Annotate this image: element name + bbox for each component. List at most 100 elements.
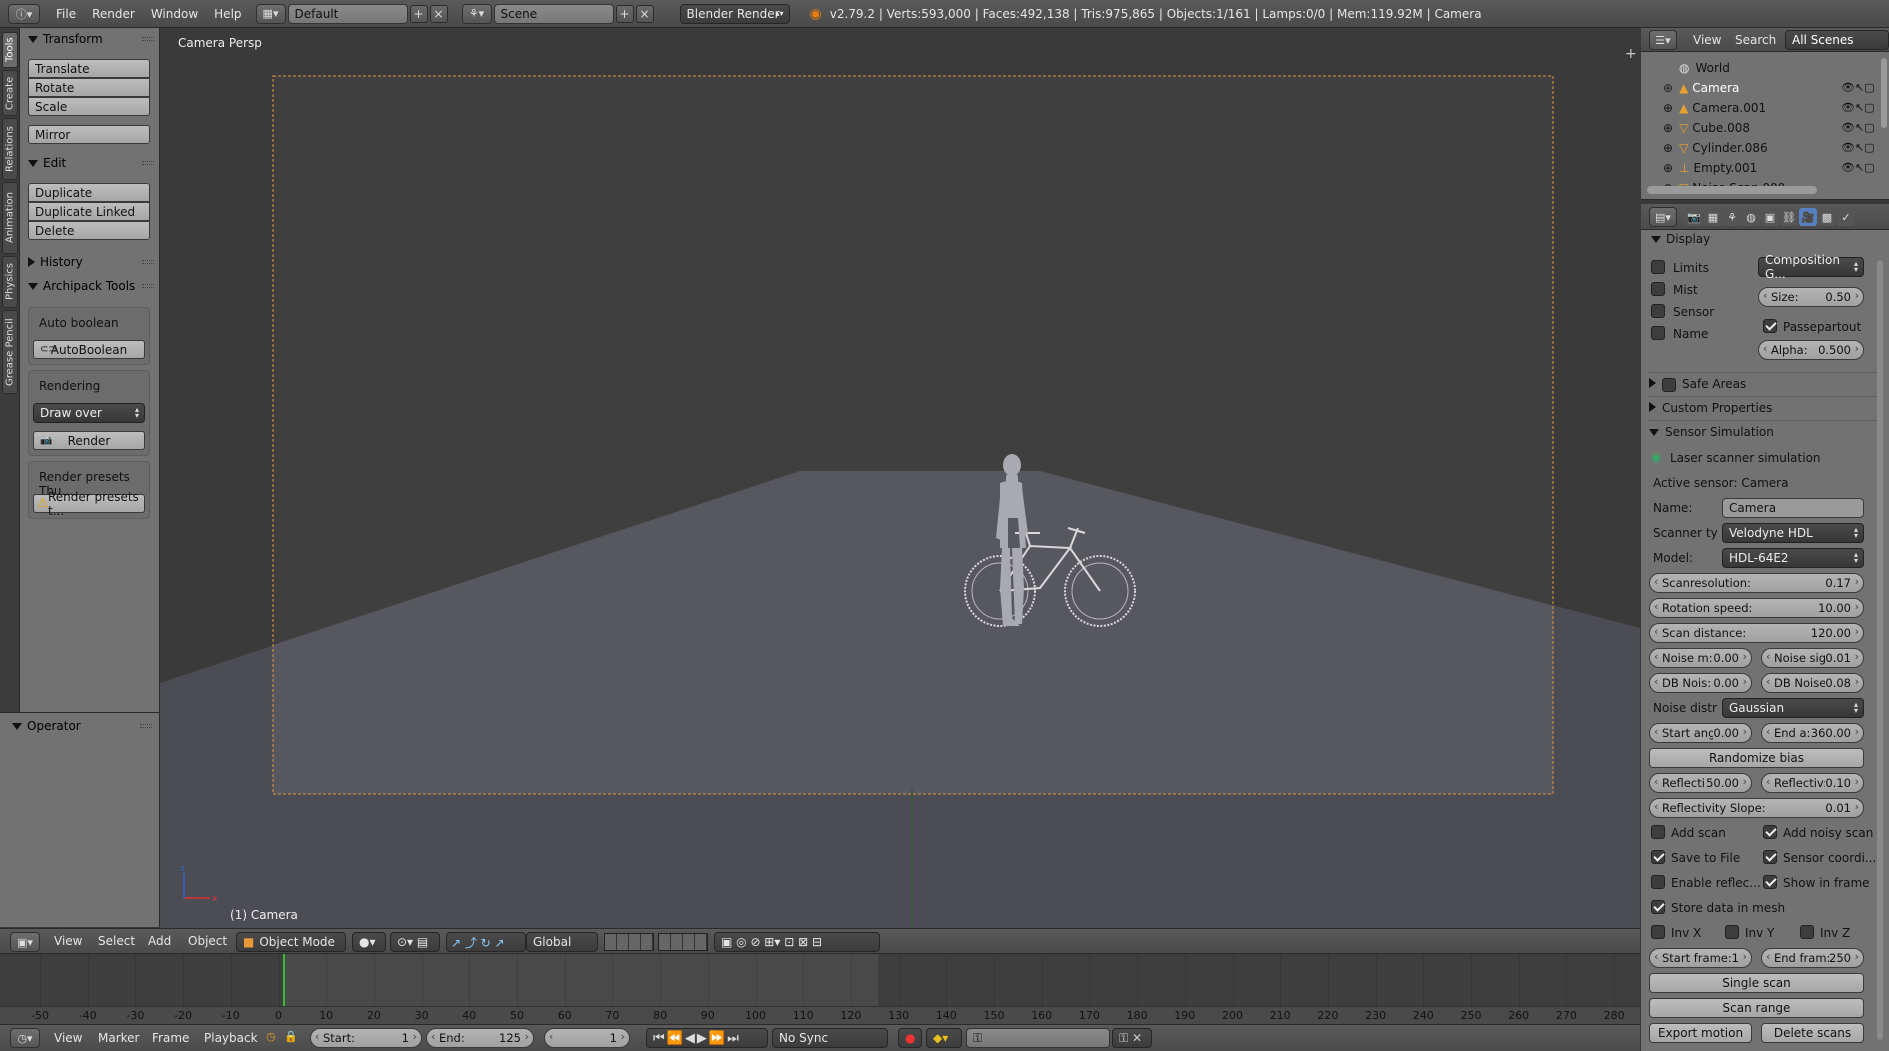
record-button[interactable]: ● <box>898 1028 922 1048</box>
tab-create[interactable]: Create <box>2 70 18 116</box>
limits-checkbox[interactable] <box>1651 260 1665 274</box>
alpha-field[interactable]: Alpha: 0.500 <box>1758 340 1864 360</box>
scale-button[interactable]: Scale <box>28 97 150 116</box>
reflectivity-distance-field[interactable]: Reflecti:50.00 <box>1649 773 1752 793</box>
delete-button[interactable]: Delete <box>28 221 150 240</box>
constraints-tab-icon[interactable]: ⛓ <box>1780 208 1798 226</box>
composition-guides-dropdown[interactable]: Composition G... ▴ ▾ <box>1758 253 1864 281</box>
physics-tab-icon[interactable]: ✓ <box>1837 208 1855 226</box>
panel-safe-areas-header[interactable]: Safe Areas <box>1649 372 1881 394</box>
render-button[interactable]: 📷 Render <box>33 431 145 450</box>
outliner-row-world[interactable]: ◍ World <box>1641 58 1889 78</box>
size-field[interactable]: Size: 0.50 <box>1758 287 1864 307</box>
vertical-scrollbar[interactable] <box>1881 58 1887 128</box>
drag-grip-icon[interactable] <box>142 161 154 165</box>
add-scene-icon[interactable]: + <box>615 4 634 23</box>
add-layout-icon[interactable]: + <box>409 4 428 23</box>
end-angle-field[interactable]: End a:360.00 <box>1761 723 1864 743</box>
start-frame-field[interactable]: Start: 1 <box>310 1028 422 1048</box>
texture-tab-icon[interactable]: ▩ <box>1818 208 1836 226</box>
layer-buttons-b[interactable] <box>658 933 708 951</box>
current-frame-line[interactable] <box>283 954 285 1008</box>
noise-sigma-field[interactable]: Noise sig:0.01 <box>1761 648 1864 668</box>
menu-select[interactable]: Select <box>98 934 135 948</box>
reflectivity-slope-field[interactable]: Reflectivity Slope: 0.01 <box>1649 798 1864 818</box>
enable-reflectivity-checkbox[interactable] <box>1651 875 1665 889</box>
current-frame-field[interactable]: 1 <box>544 1028 630 1048</box>
store-data-in-mesh-checkbox[interactable] <box>1651 900 1665 914</box>
render-presets-button[interactable]: ⚠ Render presets t... <box>33 490 145 518</box>
horizontal-scrollbar[interactable] <box>1647 186 1817 194</box>
menu-view[interactable]: View <box>54 934 82 948</box>
remove-scene-icon[interactable]: × <box>635 4 654 23</box>
duplicate-button[interactable]: Duplicate <box>28 183 150 202</box>
save-to-file-checkbox[interactable] <box>1651 850 1665 864</box>
orientation-dropdown[interactable]: Global <box>526 932 598 952</box>
tab-relations[interactable]: Relations <box>2 118 18 180</box>
timeline[interactable]: -50 -40 -30 -20 -10 0 10 20 30 40 50 60 70 80 90 100 110… <box>0 954 1640 1024</box>
layers-tab-icon[interactable]: ▦ <box>1704 208 1722 226</box>
expand-icon[interactable]: ⊕ <box>1663 81 1673 95</box>
remove-layout-icon[interactable]: × <box>429 4 448 23</box>
db-noise-mean-field[interactable]: DB Nois:0.00 <box>1649 673 1752 693</box>
panel-archipack-header[interactable]: Archipack Tools <box>20 275 160 297</box>
properties-scrollbar[interactable] <box>1877 260 1883 1040</box>
scan-distance-field[interactable]: Scan distance: 120.00 <box>1649 623 1864 643</box>
drag-grip-icon[interactable] <box>142 284 154 288</box>
sensor-checkbox[interactable] <box>1651 304 1665 318</box>
menu-window[interactable]: Window <box>151 7 198 21</box>
keying-set-icon[interactable]: ◆▾ <box>926 1028 962 1048</box>
single-scan-button[interactable]: Single scan <box>1649 973 1864 993</box>
menu-view[interactable]: View <box>1693 33 1721 47</box>
scan-start-frame-field[interactable]: Start frame:1 <box>1649 948 1752 968</box>
tab-tools[interactable]: Tools <box>2 32 18 68</box>
scanner-type-dropdown[interactable]: Velodyne HDL ▴ ▾ <box>1722 523 1864 543</box>
rotate-button[interactable]: Rotate <box>28 78 150 97</box>
manipulator-buttons[interactable]: ↗ ⤴ ↻ ↗ <box>446 932 526 952</box>
display-mode-dropdown[interactable]: All Scenes <box>1785 30 1889 50</box>
invert-x-checkbox[interactable] <box>1651 925 1665 939</box>
render-tab-icon[interactable]: 📷 <box>1685 208 1703 226</box>
expand-icon[interactable]: ⊕ <box>1663 141 1673 155</box>
editor-type-button[interactable]: ☰▾ <box>1649 30 1677 50</box>
tab-physics[interactable]: Physics <box>2 256 18 308</box>
start-angle-field[interactable]: Start ang:0.00 <box>1649 723 1752 743</box>
scan-resolution-field[interactable]: Scanresolution: 0.17 <box>1649 573 1864 593</box>
randomize-bias-button[interactable]: Randomize bias <box>1649 748 1864 768</box>
reflectivity-limit-field[interactable]: Reflectiv:0.10 <box>1761 773 1864 793</box>
insert-keyframe-icons[interactable]: ⚿ ✕ <box>1112 1028 1152 1048</box>
render-engine-dropdown[interactable]: Blender Render ▴▾ <box>679 3 790 24</box>
menu-search[interactable]: Search <box>1735 33 1776 47</box>
scene-tab-icon[interactable]: ⚘ <box>1723 208 1741 226</box>
shading-dropdown[interactable]: ●▾ <box>352 932 386 952</box>
playback-controls[interactable]: ⏮⏪◀▶⏩⏭ <box>646 1028 768 1048</box>
panel-sensor-simulation-header[interactable]: Sensor Simulation <box>1649 420 1881 442</box>
keying-set-field[interactable]: ⚿ <box>966 1028 1110 1048</box>
menu-render[interactable]: Render <box>92 7 135 21</box>
expand-icon[interactable]: ⊕ <box>1663 121 1673 135</box>
export-motion-button[interactable]: Export motion <box>1649 1023 1752 1043</box>
menu-add[interactable]: Add <box>148 934 171 948</box>
end-frame-field[interactable]: End: 125 <box>426 1028 534 1048</box>
object-tab-icon[interactable]: ▣ <box>1761 208 1779 226</box>
panel-edit-header[interactable]: Edit <box>20 152 160 174</box>
noise-distribution-dropdown[interactable]: Gaussian ▴ ▾ <box>1722 698 1864 718</box>
sensor-coordinates-checkbox[interactable] <box>1763 850 1777 864</box>
menu-file[interactable]: File <box>56 7 76 21</box>
menu-playback[interactable]: Playback <box>204 1031 258 1045</box>
world-tab-icon[interactable]: ◍ <box>1742 208 1760 226</box>
pivot-dropdown[interactable]: ⊙▾ ▤ <box>390 932 440 952</box>
layout-selector[interactable]: Default <box>287 3 408 24</box>
panel-display-header[interactable]: Display <box>1651 232 1710 246</box>
drag-grip-icon[interactable] <box>142 260 154 264</box>
scanner-name-input[interactable]: Camera <box>1722 498 1864 518</box>
tab-animation[interactable]: Animation <box>2 182 18 254</box>
expand-icon[interactable]: ⊕ <box>1663 101 1673 115</box>
menu-view[interactable]: View <box>54 1031 82 1045</box>
sync-dropdown[interactable]: No Sync <box>772 1028 888 1048</box>
viewport-tools[interactable]: ▣ ◎ ⊘ ⊞▾ ⊡ ⊠ ⊟ <box>714 932 880 952</box>
expand-icon[interactable]: ⊕ <box>1663 161 1673 175</box>
preview-range-icon[interactable]: ◷ <box>266 1030 276 1043</box>
drag-grip-icon[interactable] <box>140 724 152 728</box>
panel-operator-header[interactable]: Operator <box>4 715 152 737</box>
